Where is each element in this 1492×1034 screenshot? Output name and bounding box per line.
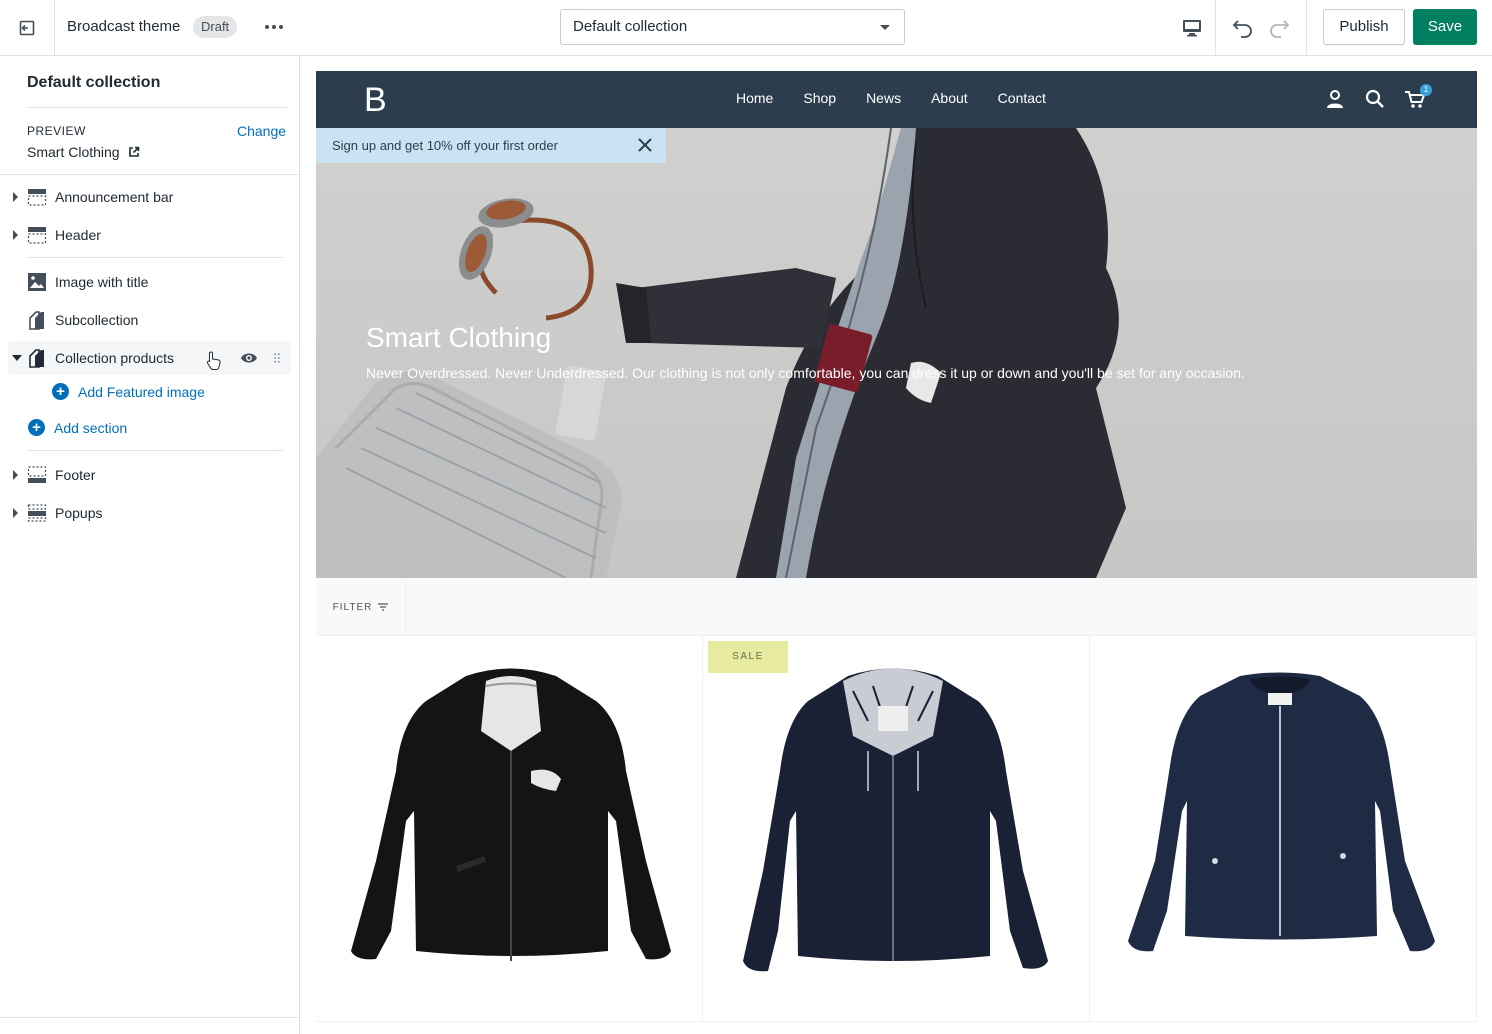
store-nav: Home Shop News About Contact bbox=[736, 90, 1076, 106]
theme-name: Broadcast theme bbox=[67, 18, 181, 35]
sidebar-item-label: Popups bbox=[55, 505, 103, 521]
sidebar-item-label: Announcement bar bbox=[55, 189, 174, 205]
plus-circle-icon: + bbox=[28, 419, 45, 436]
product-image[interactable] bbox=[738, 661, 1058, 1001]
filter-button[interactable]: FILTER bbox=[316, 578, 406, 636]
ellipsis-icon bbox=[265, 25, 283, 29]
preview-collection-name: Smart Clothing bbox=[27, 144, 120, 160]
topbar-divider bbox=[1306, 0, 1307, 55]
sidebar-item-popups[interactable]: Popups bbox=[8, 496, 291, 530]
cart-count-badge: 1 bbox=[1420, 84, 1432, 96]
publish-button[interactable]: Publish bbox=[1323, 9, 1405, 45]
device-preview-button[interactable] bbox=[1168, 0, 1216, 55]
sidebar-item-image-with-title[interactable]: Image with title bbox=[8, 265, 291, 299]
announcement-bar: Sign up and get 10% off your first order bbox=[316, 128, 666, 163]
preview-label: PREVIEW bbox=[27, 124, 86, 138]
sidebar-item-label: Image with title bbox=[55, 274, 149, 290]
expand-arrow-icon[interactable] bbox=[13, 192, 18, 202]
redo-button[interactable] bbox=[1264, 14, 1294, 42]
divider bbox=[27, 107, 287, 108]
nav-link-about[interactable]: About bbox=[931, 90, 968, 106]
nav-link-home[interactable]: Home bbox=[736, 90, 773, 106]
redo-icon bbox=[1270, 20, 1290, 38]
filter-label: FILTER bbox=[332, 601, 373, 613]
preview-collection[interactable]: Smart Clothing bbox=[27, 144, 140, 160]
close-icon[interactable] bbox=[636, 136, 654, 154]
template-select-value: Default collection bbox=[573, 18, 688, 35]
product-image[interactable] bbox=[1125, 671, 1445, 991]
sections-sidebar: Default collection PREVIEW Change Smart … bbox=[0, 56, 300, 1034]
drag-handle-icon[interactable] bbox=[274, 353, 280, 363]
change-preview-link[interactable]: Change bbox=[237, 123, 286, 139]
exit-icon bbox=[19, 20, 35, 35]
store-header: B Home Shop News About Contact 1 bbox=[316, 71, 1477, 128]
collapse-arrow-icon[interactable] bbox=[12, 355, 22, 361]
divider bbox=[0, 1017, 299, 1018]
sidebar-item-announcement-bar[interactable]: Announcement bar bbox=[8, 180, 291, 214]
nav-link-contact[interactable]: Contact bbox=[998, 90, 1046, 106]
divider bbox=[0, 174, 299, 175]
editor-topbar: Broadcast theme Draft Default collection… bbox=[0, 0, 1492, 56]
collection-icon bbox=[29, 349, 44, 368]
filter-icon bbox=[378, 603, 389, 611]
desktop-icon bbox=[1182, 19, 1201, 36]
plus-circle-icon: + bbox=[52, 383, 69, 400]
more-actions-button[interactable] bbox=[262, 16, 286, 38]
nav-link-shop[interactable]: Shop bbox=[803, 90, 836, 106]
hero-subtitle: Never Overdressed. Never Underdressed. O… bbox=[366, 365, 1245, 381]
product-image[interactable] bbox=[346, 661, 676, 991]
sidebar-item-collection-products[interactable]: Collection products bbox=[8, 341, 291, 375]
footer-icon bbox=[27, 466, 47, 483]
section-icon bbox=[27, 504, 47, 522]
sidebar-item-label: Collection products bbox=[55, 350, 175, 366]
store-preview: B Home Shop News About Contact 1 Sign up… bbox=[316, 71, 1477, 1034]
header-icon bbox=[27, 227, 47, 244]
nav-link-news[interactable]: News bbox=[866, 90, 901, 106]
collection-icon bbox=[29, 311, 44, 330]
sidebar-item-footer[interactable]: Footer bbox=[8, 458, 291, 492]
external-link-icon bbox=[128, 146, 139, 157]
search-icon[interactable] bbox=[1364, 88, 1386, 110]
template-select[interactable]: Default collection bbox=[560, 9, 905, 45]
hero-title: Smart Clothing bbox=[366, 322, 552, 353]
product-card[interactable]: SALE bbox=[703, 636, 1090, 1022]
sidebar-item-label: Subcollection bbox=[55, 312, 139, 328]
sidebar-item-subcollection[interactable]: Subcollection bbox=[8, 303, 291, 337]
add-block-label: Add Featured image bbox=[78, 383, 205, 400]
draft-badge: Draft bbox=[193, 16, 238, 38]
section-icon bbox=[27, 189, 47, 206]
sidebar-item-label: Footer bbox=[55, 467, 96, 483]
store-logo[interactable]: B bbox=[364, 81, 387, 120]
pointer-cursor-icon bbox=[206, 351, 221, 370]
image-icon bbox=[28, 273, 46, 291]
expand-arrow-icon[interactable] bbox=[13, 470, 18, 480]
sidebar-title: Default collection bbox=[27, 74, 161, 91]
divider bbox=[27, 257, 283, 258]
add-section-button[interactable]: + Add section bbox=[28, 419, 127, 436]
undo-icon bbox=[1232, 20, 1252, 38]
account-icon[interactable] bbox=[1324, 88, 1346, 110]
undo-button[interactable] bbox=[1228, 14, 1258, 42]
exit-editor-button[interactable] bbox=[0, 0, 55, 55]
add-block-button[interactable]: + Add Featured image bbox=[52, 383, 205, 400]
expand-arrow-icon[interactable] bbox=[13, 230, 18, 240]
sidebar-item-header[interactable]: Header bbox=[8, 218, 291, 252]
product-grid: SALE bbox=[316, 636, 1477, 1034]
announcement-text: Sign up and get 10% off your first order bbox=[332, 138, 558, 153]
chevron-down-icon bbox=[880, 25, 890, 30]
divider bbox=[27, 450, 283, 451]
hero-image-with-title: Sign up and get 10% off your first order… bbox=[316, 128, 1477, 578]
eye-icon[interactable] bbox=[240, 352, 258, 364]
filter-bar: FILTER bbox=[316, 578, 1477, 636]
product-card[interactable] bbox=[1090, 636, 1477, 1022]
expand-arrow-icon[interactable] bbox=[13, 508, 18, 518]
product-card[interactable] bbox=[316, 636, 703, 1022]
add-section-label: Add section bbox=[54, 419, 128, 436]
save-button[interactable]: Save bbox=[1413, 9, 1477, 45]
sidebar-item-label: Header bbox=[55, 227, 101, 243]
